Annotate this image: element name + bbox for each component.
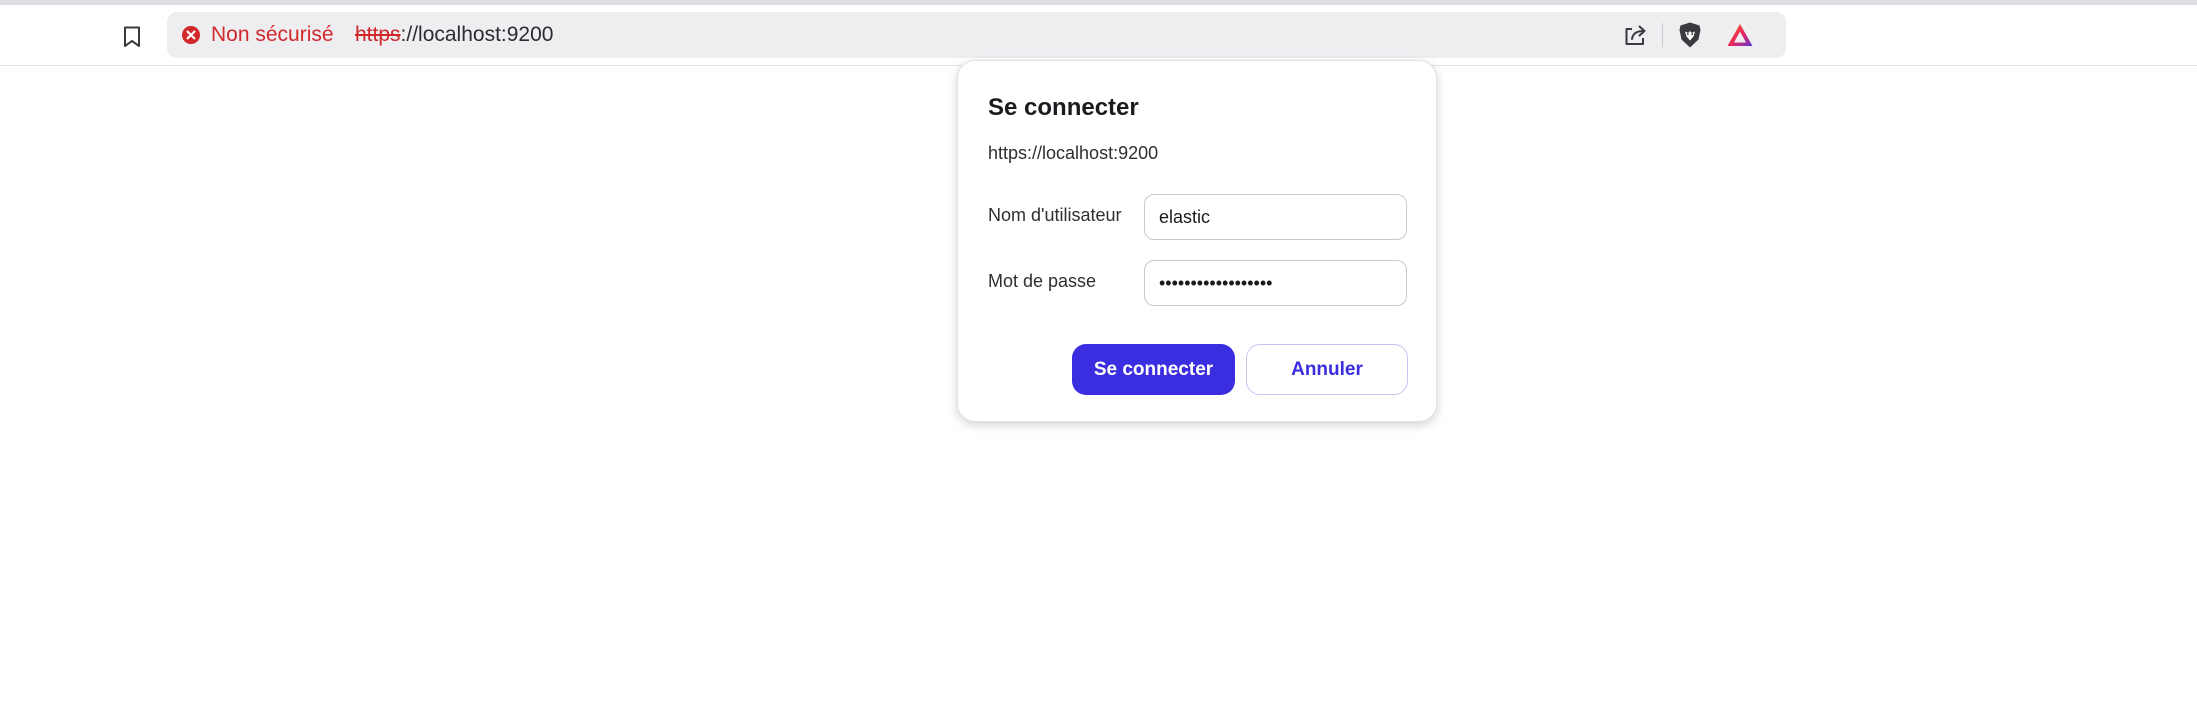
url-text[interactable]: https://localhost:9200 (355, 12, 553, 58)
dialog-origin: https://localhost:9200 (988, 143, 1159, 163)
login-dialog: Se connecter https://localhost:9200 Nom … (957, 60, 1437, 422)
address-bar[interactable]: Non sécurisé https://localhost:9200 (167, 12, 1786, 58)
username-input[interactable]: elastic (1144, 194, 1407, 240)
brave-shields-button[interactable] (1675, 20, 1705, 50)
brave-rewards-button[interactable] (1725, 20, 1755, 50)
site-security-chip[interactable]: Non sécurisé (181, 12, 334, 58)
share-button[interactable] (1621, 20, 1651, 50)
browser-toolbar: Non sécurisé https://localhost:9200 (0, 5, 2197, 66)
bookmark-icon (122, 25, 142, 49)
brave-rewards-icon (1726, 22, 1754, 48)
security-warning-icon (181, 25, 201, 45)
dialog-title: Se connecter (988, 94, 1139, 121)
security-label: Non sécurisé (211, 23, 334, 46)
login-button[interactable]: Se connecter (1072, 344, 1235, 395)
password-input[interactable]: •••••••••••••••••• (1144, 260, 1407, 306)
username-label: Nom d'utilisateur (988, 205, 1122, 225)
brave-shields-icon (1677, 21, 1703, 49)
url-host: ://localhost:9200 (400, 23, 554, 46)
url-scheme: https (355, 23, 401, 46)
bookmark-button[interactable] (116, 21, 148, 53)
share-icon (1623, 23, 1649, 47)
password-label: Mot de passe (988, 271, 1097, 291)
cancel-button[interactable]: Annuler (1246, 344, 1408, 395)
address-bar-separator (1662, 23, 1663, 47)
